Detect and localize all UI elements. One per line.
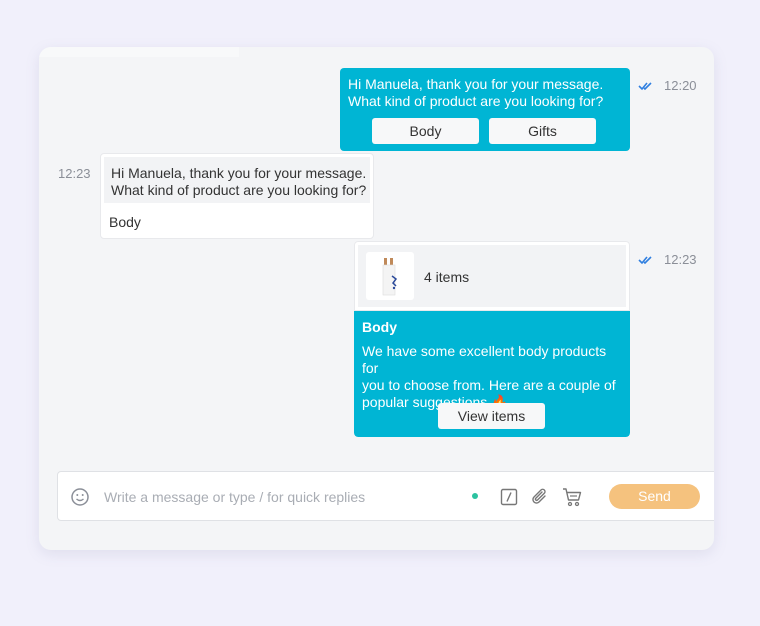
desc-line: you to choose from. Here are a couple of bbox=[362, 377, 616, 393]
message-time: 12:20 bbox=[664, 78, 697, 93]
product-thumbnail bbox=[366, 252, 414, 300]
attachment-icon[interactable] bbox=[530, 487, 550, 507]
emoji-icon[interactable] bbox=[70, 487, 90, 507]
card-title: Body bbox=[362, 319, 397, 335]
outgoing-message-quick-replies: Hi Manuela, thank you for your message. … bbox=[340, 68, 630, 151]
double-check-icon bbox=[638, 256, 652, 265]
incoming-message: Hi Manuela, thank you for your message. … bbox=[100, 153, 374, 239]
items-count: 4 items bbox=[424, 269, 470, 285]
message-input[interactable]: Write a message or type / for quick repl… bbox=[104, 489, 365, 505]
quick-reply-icon[interactable] bbox=[500, 488, 518, 506]
chat-panel: Hi Manuela, thank you for your message. … bbox=[39, 47, 714, 550]
message-text: Hi Manuela, thank you for your message. … bbox=[348, 76, 628, 110]
status-dot bbox=[472, 493, 478, 499]
view-items-button[interactable]: View items bbox=[438, 403, 545, 429]
desc-line: We have some excellent body products for bbox=[362, 343, 607, 376]
double-check-icon bbox=[638, 82, 652, 91]
message-time: 12:23 bbox=[664, 252, 697, 267]
cart-icon[interactable] bbox=[561, 486, 583, 508]
card-body: Body We have some excellent body product… bbox=[354, 311, 630, 437]
message-line: What kind of product are you looking for… bbox=[348, 93, 604, 109]
reply-text: Body bbox=[109, 214, 141, 230]
quote-line: What kind of product are you looking for… bbox=[111, 182, 367, 198]
product-preview[interactable]: 4 items bbox=[354, 241, 630, 311]
message-composer: Write a message or type / for quick repl… bbox=[57, 471, 714, 521]
quick-reply-body-button[interactable]: Body bbox=[372, 118, 479, 144]
message-line: Hi Manuela, thank you for your message. bbox=[348, 76, 604, 92]
quote-line: Hi Manuela, thank you for your message. bbox=[111, 165, 367, 181]
quick-reply-gifts-button[interactable]: Gifts bbox=[489, 118, 596, 144]
send-button[interactable]: Send bbox=[609, 484, 700, 509]
quoted-message: Hi Manuela, thank you for your message. … bbox=[104, 157, 370, 203]
message-time: 12:23 bbox=[58, 166, 91, 181]
card-description: We have some excellent body products for… bbox=[362, 343, 624, 411]
outgoing-product-card: 4 items Body We have some excellent body… bbox=[354, 241, 630, 437]
panel-header-strip bbox=[39, 47, 239, 57]
